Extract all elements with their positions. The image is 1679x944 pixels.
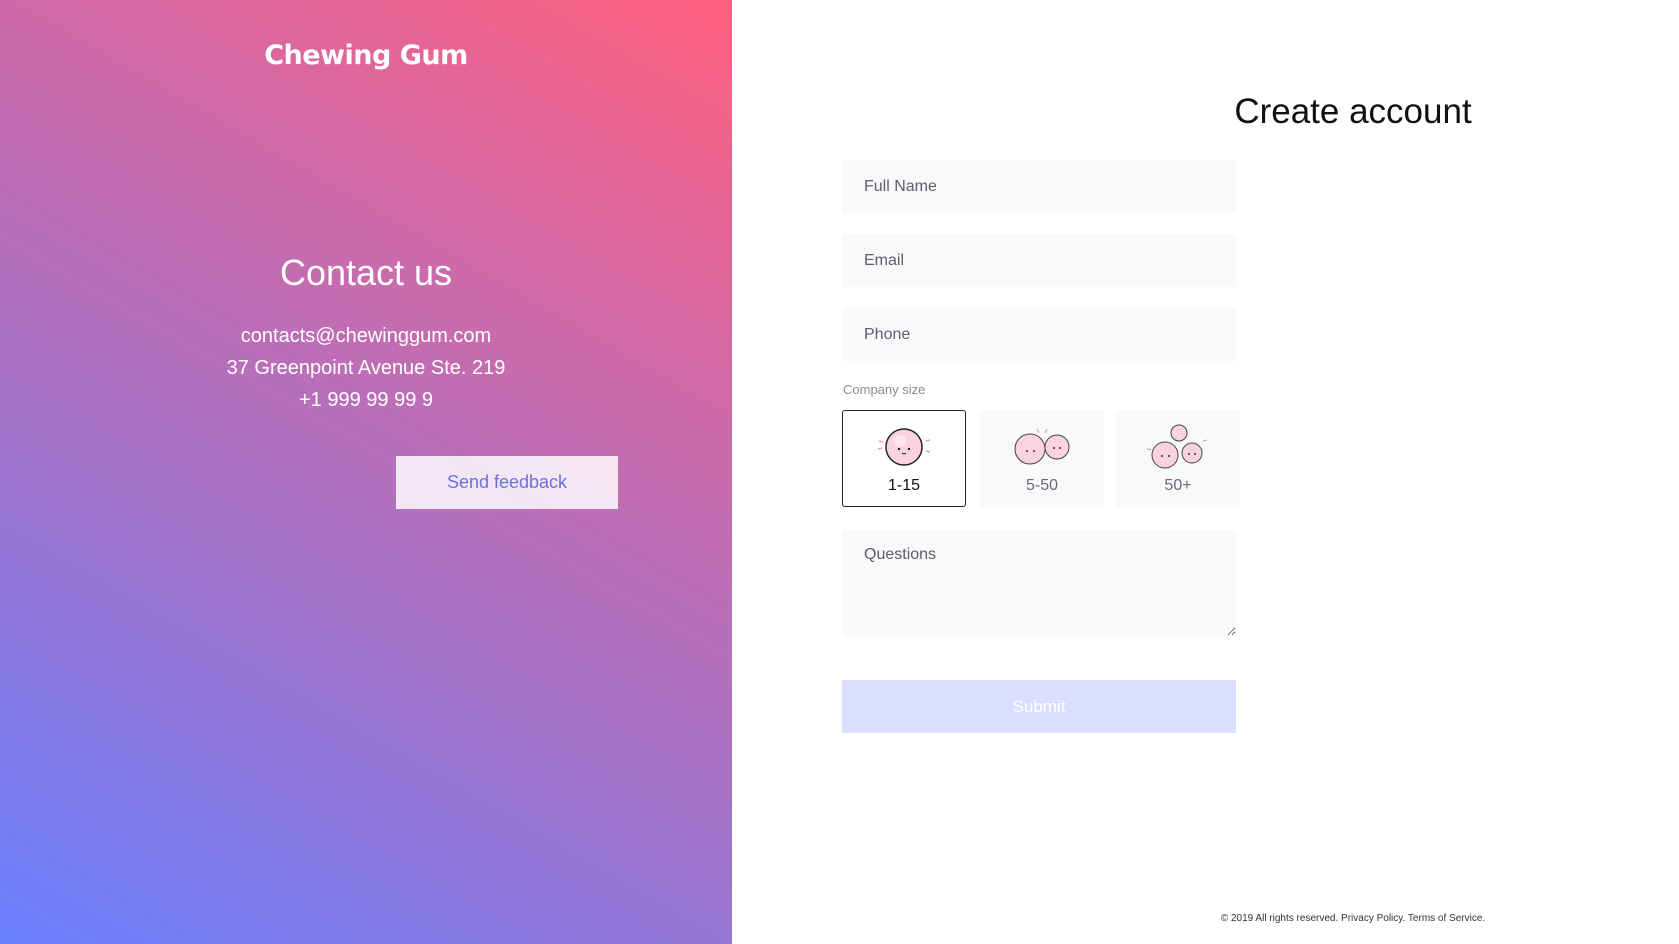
- company-size-label: Company size: [843, 382, 926, 397]
- contact-details: contacts@chewinggum.com 37 Greenpoint Av…: [0, 320, 732, 416]
- terms-of-service-link[interactable]: Terms of Service.: [1408, 913, 1485, 924]
- full-name-input[interactable]: [842, 160, 1236, 213]
- form-title: Create account: [1234, 92, 1472, 131]
- company-size-option-5-50[interactable]: 5-50: [980, 410, 1104, 507]
- footer: © 2019 All rights reserved. Privacy Poli…: [732, 913, 1679, 924]
- contact-phone[interactable]: +1 999 99 99 9: [0, 384, 732, 416]
- company-size-option-50-plus[interactable]: 50+: [1116, 410, 1240, 507]
- contact-email[interactable]: contacts@chewinggum.com: [0, 320, 732, 352]
- signup-panel: Create account Company size 1-15 5-50: [732, 0, 1679, 944]
- company-size-label-1-15: 1-15: [887, 477, 921, 494]
- footer-copyright: © 2019 All rights reserved.: [1220, 913, 1339, 924]
- company-size-option-1-15[interactable]: 1-15: [842, 410, 966, 507]
- questions-textarea[interactable]: [842, 530, 1236, 636]
- two-bubbles-icon: [1014, 428, 1070, 465]
- single-bubble-icon: [877, 428, 931, 466]
- contact-title: Contact us: [279, 252, 453, 293]
- submit-button[interactable]: Submit: [842, 680, 1236, 733]
- company-size-label-50-plus: 50+: [1164, 477, 1192, 494]
- contact-panel: Chewing Gum Contact us contacts@chewingg…: [0, 0, 732, 944]
- privacy-policy-link[interactable]: Privacy Policy.: [1341, 913, 1405, 924]
- contact-address: 37 Greenpoint Avenue Ste. 219: [226, 357, 506, 379]
- three-bubbles-icon: [1146, 424, 1208, 469]
- phone-input[interactable]: [842, 308, 1236, 361]
- send-feedback-button[interactable]: Send feedback: [396, 456, 618, 509]
- brand-logo[interactable]: Chewing Gum: [0, 40, 732, 71]
- company-size-label-5-50: 5-50: [1025, 477, 1059, 494]
- email-input[interactable]: [842, 234, 1236, 287]
